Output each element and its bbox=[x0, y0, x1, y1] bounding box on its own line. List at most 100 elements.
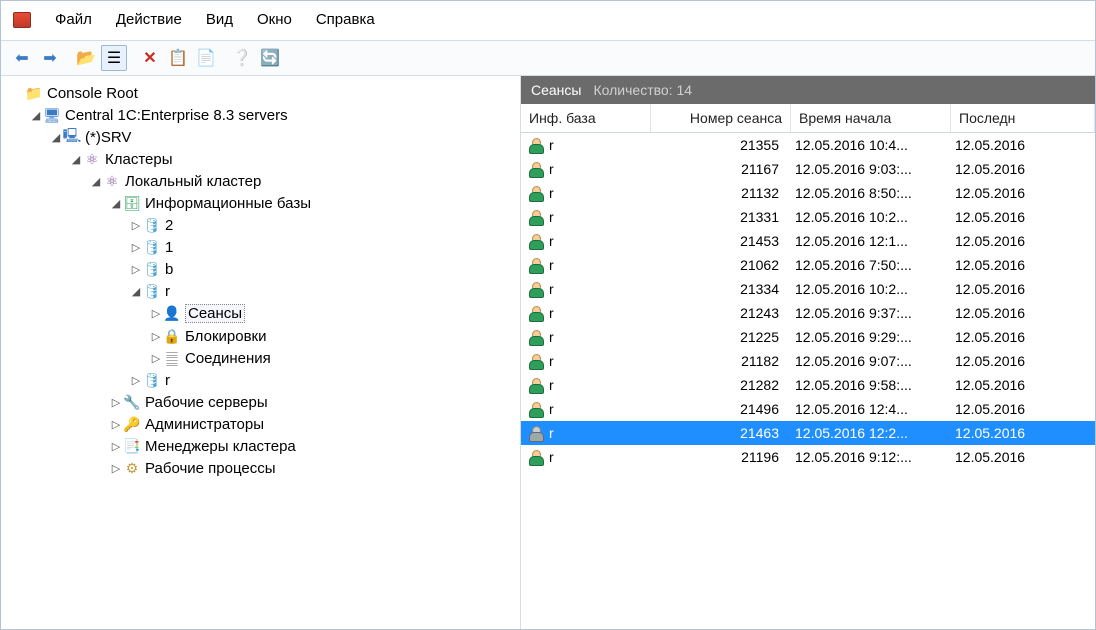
lock-icon: 🔒 bbox=[163, 327, 181, 345]
user-icon bbox=[527, 304, 545, 322]
cell-start-time: 12.05.2016 9:03:... bbox=[791, 161, 951, 177]
column-headers[interactable]: Инф. база Номер сеанса Время начала Посл… bbox=[521, 104, 1095, 133]
user-icon bbox=[527, 400, 545, 418]
key-icon: 🔑 bbox=[123, 415, 141, 433]
cylinder-icon: 🛢 bbox=[143, 238, 161, 256]
user-icon bbox=[527, 448, 545, 466]
refresh-button[interactable]: 🔄 bbox=[257, 45, 283, 71]
cell-last-activity: 12.05.2016 bbox=[951, 329, 1095, 345]
tree-root[interactable]: ▶📁Console Root bbox=[5, 82, 516, 104]
user-icon bbox=[527, 160, 545, 178]
cell-last-activity: 12.05.2016 bbox=[951, 233, 1095, 249]
nav-back-button[interactable]: ⬅ bbox=[9, 45, 35, 71]
session-row[interactable]: r2133112.05.2016 10:2...12.05.2016 bbox=[521, 205, 1095, 229]
cell-start-time: 12.05.2016 9:12:... bbox=[791, 449, 951, 465]
session-row[interactable]: r2149612.05.2016 12:4...12.05.2016 bbox=[521, 397, 1095, 421]
menu-help[interactable]: Справка bbox=[312, 9, 379, 30]
toolbar: ⬅ ➡ 📂 ☰ ✕ 📋 📄 ❔ 🔄 bbox=[1, 41, 1095, 76]
show-tree-button[interactable]: ☰ bbox=[101, 45, 127, 71]
menu-file[interactable]: Файл bbox=[51, 9, 96, 30]
cell-infobase: r bbox=[549, 257, 554, 273]
cell-infobase: r bbox=[549, 449, 554, 465]
tree-local-cluster[interactable]: ◢⚛Локальный кластер bbox=[5, 170, 516, 192]
user-icon: 👤 bbox=[163, 305, 181, 323]
tree-infobase-r[interactable]: ◢🛢r bbox=[5, 280, 516, 302]
session-row[interactable]: r2135512.05.2016 10:4...12.05.2016 bbox=[521, 133, 1095, 157]
user-icon bbox=[527, 136, 545, 154]
menu-action[interactable]: Действие bbox=[112, 9, 186, 30]
up-level-button[interactable]: 📂 bbox=[73, 45, 99, 71]
delete-button[interactable]: ✕ bbox=[137, 45, 163, 71]
cell-start-time: 12.05.2016 10:2... bbox=[791, 281, 951, 297]
session-row[interactable]: r2113212.05.2016 8:50:...12.05.2016 bbox=[521, 181, 1095, 205]
tree-locks[interactable]: ▷🔒Блокировки bbox=[5, 325, 516, 347]
tree-srv[interactable]: ◢🖳(*)SRV bbox=[5, 126, 516, 148]
tree-infobase-b[interactable]: ▷🛢b bbox=[5, 258, 516, 280]
tree-work-servers[interactable]: ▷🔧Рабочие серверы bbox=[5, 391, 516, 413]
tree-connections[interactable]: ▷𝄛Соединения bbox=[5, 347, 516, 369]
cell-infobase: r bbox=[549, 233, 554, 249]
session-row[interactable]: r2124312.05.2016 9:37:...12.05.2016 bbox=[521, 301, 1095, 325]
cylinder-icon: 🛢 bbox=[143, 371, 161, 389]
tree-clusters[interactable]: ◢⚛Кластеры bbox=[5, 148, 516, 170]
cell-last-activity: 12.05.2016 bbox=[951, 137, 1095, 153]
cell-infobase: r bbox=[549, 305, 554, 321]
tree-infobase-1[interactable]: ▷🛢1 bbox=[5, 236, 516, 258]
cell-last-activity: 12.05.2016 bbox=[951, 305, 1095, 321]
menu-window[interactable]: Окно bbox=[253, 9, 296, 30]
cluster-icon: ⚛ bbox=[103, 172, 121, 190]
session-row[interactable]: r2106212.05.2016 7:50:...12.05.2016 bbox=[521, 253, 1095, 277]
tree-cluster-managers[interactable]: ▷📑Менеджеры кластера bbox=[5, 435, 516, 457]
menubar: Файл Действие Вид Окно Справка bbox=[1, 1, 1095, 41]
cell-start-time: 12.05.2016 7:50:... bbox=[791, 257, 951, 273]
cell-last-activity: 12.05.2016 bbox=[951, 425, 1095, 441]
cell-session-number: 21463 bbox=[651, 425, 791, 441]
cell-last-activity: 12.05.2016 bbox=[951, 185, 1095, 201]
user-icon bbox=[527, 352, 545, 370]
session-row[interactable]: r2116712.05.2016 9:03:...12.05.2016 bbox=[521, 157, 1095, 181]
properties-button[interactable]: 📋 bbox=[165, 45, 191, 71]
rows-container[interactable]: r2135512.05.2016 10:4...12.05.2016r21167… bbox=[521, 133, 1095, 629]
tree-infobases[interactable]: ◢🗄Информационные базы bbox=[5, 192, 516, 214]
tree-central-servers[interactable]: ◢🖥Central 1C:Enterprise 8.3 servers bbox=[5, 104, 516, 126]
server-icon: 🖥 bbox=[43, 106, 61, 124]
session-row[interactable]: r2118212.05.2016 9:07:...12.05.2016 bbox=[521, 349, 1095, 373]
cylinder-icon: 🛢 bbox=[143, 216, 161, 234]
session-row[interactable]: r2133412.05.2016 10:2...12.05.2016 bbox=[521, 277, 1095, 301]
cell-session-number: 21496 bbox=[651, 401, 791, 417]
menu-view[interactable]: Вид bbox=[202, 9, 237, 30]
cell-session-number: 21196 bbox=[651, 449, 791, 465]
user-icon bbox=[527, 424, 545, 442]
col-start-time[interactable]: Время начала bbox=[791, 104, 951, 132]
session-row[interactable]: r2146312.05.2016 12:2...12.05.2016 bbox=[521, 421, 1095, 445]
cell-start-time: 12.05.2016 9:37:... bbox=[791, 305, 951, 321]
tree-infobase-r2[interactable]: ▷🛢r bbox=[5, 369, 516, 391]
session-row[interactable]: r2122512.05.2016 9:29:...12.05.2016 bbox=[521, 325, 1095, 349]
tree-work-processes[interactable]: ▷⚙Рабочие процессы bbox=[5, 457, 516, 479]
tree-pane[interactable]: ▶📁Console Root ◢🖥Central 1C:Enterprise 8… bbox=[1, 76, 521, 629]
user-icon bbox=[527, 376, 545, 394]
session-row[interactable]: r2145312.05.2016 12:1...12.05.2016 bbox=[521, 229, 1095, 253]
session-row[interactable]: r2128212.05.2016 9:58:...12.05.2016 bbox=[521, 373, 1095, 397]
col-session-number[interactable]: Номер сеанса bbox=[651, 104, 791, 132]
gear-icon: ⚙ bbox=[123, 459, 141, 477]
tree-sessions[interactable]: ▷👤Сеансы bbox=[5, 302, 516, 325]
tree-admins[interactable]: ▷🔑Администраторы bbox=[5, 413, 516, 435]
cell-start-time: 12.05.2016 9:07:... bbox=[791, 353, 951, 369]
cell-start-time: 12.05.2016 9:29:... bbox=[791, 329, 951, 345]
cell-last-activity: 12.05.2016 bbox=[951, 257, 1095, 273]
cell-session-number: 21453 bbox=[651, 233, 791, 249]
app-icon bbox=[13, 12, 31, 28]
tree-infobase-2[interactable]: ▷🛢2 bbox=[5, 214, 516, 236]
export-button[interactable]: 📄 bbox=[193, 45, 219, 71]
help-button[interactable]: ❔ bbox=[229, 45, 255, 71]
cell-start-time: 12.05.2016 10:2... bbox=[791, 209, 951, 225]
nav-forward-button[interactable]: ➡ bbox=[37, 45, 63, 71]
list-count: Количество: 14 bbox=[593, 82, 692, 98]
cell-infobase: r bbox=[549, 281, 554, 297]
session-row[interactable]: r2119612.05.2016 9:12:...12.05.2016 bbox=[521, 445, 1095, 469]
cell-session-number: 21355 bbox=[651, 137, 791, 153]
col-last-activity[interactable]: Последн bbox=[951, 104, 1095, 132]
col-infobase[interactable]: Инф. база bbox=[521, 104, 651, 132]
cell-infobase: r bbox=[549, 425, 554, 441]
